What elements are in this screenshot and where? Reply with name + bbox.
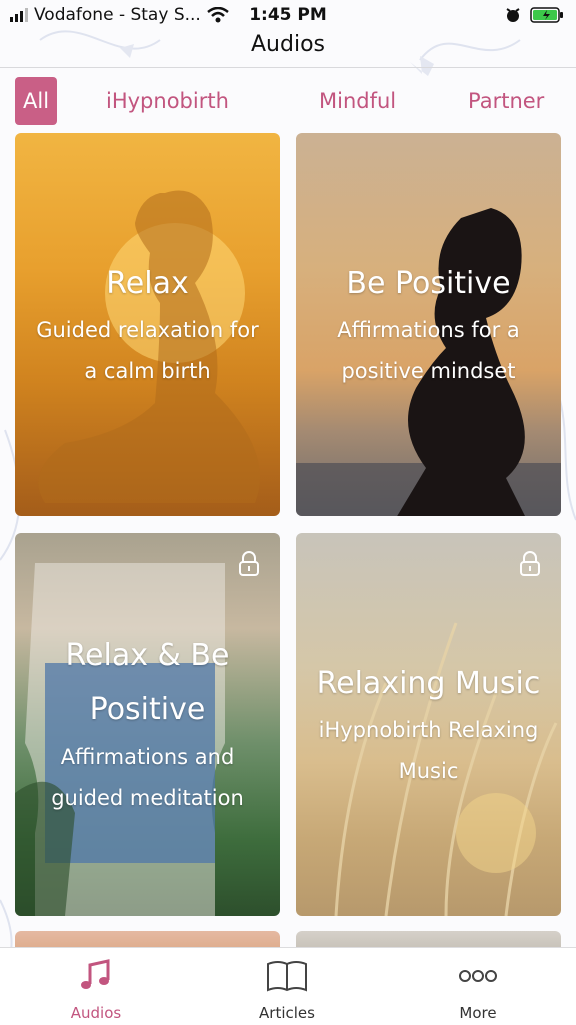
tab-mindful[interactable]: Mindful (319, 77, 396, 125)
status-time: 1:45 PM (249, 5, 327, 25)
card-subtitle: Affirmations for a (337, 318, 520, 342)
card-title: Positive (89, 692, 206, 727)
lock-icon (520, 551, 540, 576)
music-note-icon (81, 959, 110, 989)
card-subtitle: positive mindset (341, 359, 516, 383)
more-dots-icon (459, 970, 497, 982)
card-title: Relax (106, 266, 189, 301)
battery-icon (530, 7, 563, 23)
tabbar-audios[interactable]: Audios (36, 958, 156, 1022)
card-subtitle: iHypnobirth Relaxing (318, 718, 539, 742)
alarm-icon (506, 8, 520, 22)
card-subtitle: Music (398, 759, 459, 783)
page-title: Audios (251, 32, 325, 57)
filter-tabs: All iHypnobirth Mindful Partner (0, 77, 576, 125)
tab-partner[interactable]: Partner (468, 77, 544, 125)
audio-card-relaxing-music[interactable]: Relaxing Music iHypnobirth Relaxing Musi… (296, 533, 561, 916)
card-subtitle: a calm birth (84, 359, 211, 383)
tab-ihypnobirth[interactable]: iHypnobirth (106, 77, 229, 125)
status-bar: Vodafone - Stay S... 1:45 PM (0, 0, 576, 32)
tabbar-more[interactable]: More (418, 958, 538, 1022)
card-title: Relax & Be (65, 638, 230, 673)
tabbar-label: Audios (70, 1004, 122, 1022)
book-icon (267, 961, 307, 992)
card-subtitle: guided meditation (51, 786, 244, 810)
tabbar-label: More (459, 1004, 497, 1022)
tab-all[interactable]: All (15, 77, 58, 125)
card-subtitle: Guided relaxation for (36, 318, 259, 342)
audio-card-be-positive[interactable]: Be Positive Affirmations for a positive … (296, 133, 561, 516)
audio-card-relax-be-positive[interactable]: Relax & Be Positive Affirmations and gui… (15, 533, 280, 916)
card-subtitle: Affirmations and (60, 745, 235, 769)
lock-icon (239, 551, 259, 576)
tabbar-articles[interactable]: Articles (227, 958, 347, 1022)
audio-card-relax[interactable]: Relax Guided relaxation for a calm birth (15, 133, 280, 516)
header-divider (0, 67, 576, 68)
tabbar-label: Articles (259, 1004, 315, 1022)
card-title: Relaxing Music (316, 666, 541, 701)
card-title: Be Positive (346, 266, 511, 301)
bottom-tab-bar: Audios Articles More (0, 947, 576, 1025)
